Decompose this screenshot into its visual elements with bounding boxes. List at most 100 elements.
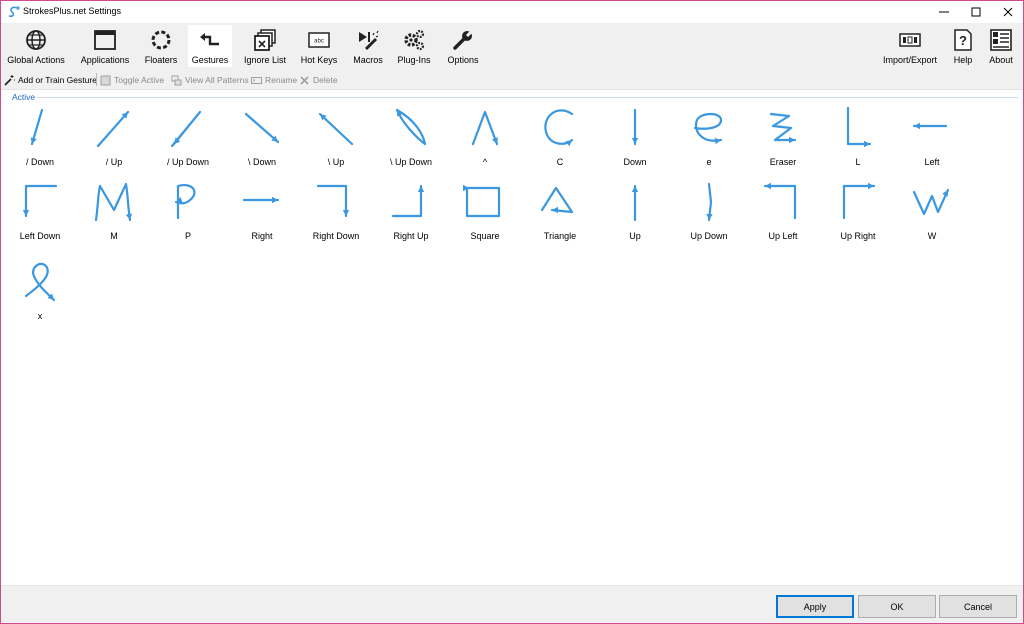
gesture-item[interactable]: Square (448, 179, 522, 253)
add-wand-icon (4, 74, 15, 86)
maximize-icon (971, 7, 981, 17)
gesture-item[interactable]: Right (225, 179, 299, 253)
toolbar-floaters-button[interactable]: Floaters (141, 25, 181, 67)
gesture-stroke-icon (170, 110, 202, 148)
gesture-stroke-icon (244, 112, 280, 144)
gesture-item[interactable]: Up Right (821, 179, 895, 253)
gesture-item[interactable]: M (77, 179, 151, 253)
rename-button[interactable]: Rename (251, 73, 297, 87)
gesture-stroke-icon (242, 196, 280, 204)
gesture-stroke-icon (842, 182, 876, 220)
gesture-item[interactable]: \ Down (225, 105, 299, 179)
gesture-item[interactable]: Right Down (299, 179, 373, 253)
toolbar-label: Applications (80, 55, 130, 65)
gesture-stroke-icon (30, 108, 44, 146)
gesture-item[interactable]: Up (598, 179, 672, 253)
add-train-gesture-label: Add or Train Gesture (18, 75, 97, 85)
gesture-stroke-icon (544, 109, 574, 147)
toolbar-label: Options (447, 55, 479, 65)
wrench-icon (451, 28, 475, 52)
toolbar-label: Ignore List (243, 55, 287, 65)
gesture-label: C (556, 157, 564, 167)
cancel-button[interactable]: Cancel (939, 595, 1017, 618)
gesture-item[interactable]: Left (895, 105, 969, 179)
keyboard-icon: abc (307, 28, 331, 52)
toolbar-hot-keys-button[interactable]: abc Hot Keys (297, 25, 341, 67)
gesture-stroke-icon (94, 182, 133, 222)
gesture-label: \ Up (327, 157, 345, 167)
gesture-label: Up Left (768, 231, 798, 241)
gesture-stroke-icon (912, 122, 948, 130)
gesture-item[interactable]: Down (598, 105, 672, 179)
gesture-item[interactable]: Up Down (672, 179, 746, 253)
gesture-stroke-icon (96, 110, 130, 148)
toolbar-label: About (989, 55, 1013, 65)
apply-button[interactable]: Apply (776, 595, 854, 618)
gesture-item[interactable]: Right Up (374, 179, 448, 253)
rename-label: Rename (265, 75, 298, 85)
toolbar-import-export-button[interactable]: Import/Export (877, 25, 943, 67)
delete-button[interactable]: Delete (299, 73, 338, 87)
toolbar-label: Gestures (191, 55, 229, 65)
gesture-item[interactable]: Up Left (746, 179, 820, 253)
toggle-active-button[interactable]: Toggle Active (100, 73, 164, 87)
gesture-item[interactable]: L (821, 105, 895, 179)
toolbar-applications-button[interactable]: Applications (77, 25, 133, 67)
minimize-button[interactable] (927, 1, 961, 23)
floater-ring-icon (149, 28, 173, 52)
toolbar-about-button[interactable]: About (985, 25, 1017, 67)
gesture-label: x (37, 311, 43, 321)
gesture-item[interactable]: Left Down (3, 179, 77, 253)
view-all-patterns-button[interactable]: View All Patterns (171, 73, 249, 87)
toolbar-label: Hot Keys (300, 55, 338, 65)
plugin-gears-icon (402, 28, 426, 52)
main-toolbar: Global Actions Applications Floaters Ges… (1, 23, 1023, 69)
gesture-item[interactable]: / Down (3, 105, 77, 179)
maximize-button[interactable] (959, 1, 993, 23)
toggle-icon (100, 75, 111, 86)
add-train-gesture-button[interactable]: Add or Train Gesture (4, 73, 97, 87)
toolbar-gestures-button[interactable]: Gestures (188, 25, 232, 67)
import-export-icon (898, 28, 922, 52)
gesture-item[interactable]: ^ (448, 105, 522, 179)
gesture-item[interactable]: x (3, 259, 77, 333)
macro-wand-icon (356, 28, 380, 52)
gesture-stroke-icon (174, 184, 196, 220)
rename-icon (251, 75, 262, 86)
patterns-icon (171, 75, 182, 86)
gesture-item[interactable]: \ Up (299, 105, 373, 179)
toolbar-help-button[interactable]: ? Help (949, 25, 977, 67)
gesture-item[interactable]: Triangle (523, 179, 597, 253)
gesture-item[interactable]: C (523, 105, 597, 179)
settings-window: StrokesPlus.net Settings Global Actions … (0, 0, 1024, 624)
toggle-active-label: Toggle Active (114, 75, 165, 85)
gesture-label: Eraser (769, 157, 797, 167)
gesture-stroke-icon (846, 106, 872, 148)
gesture-item[interactable]: P (151, 179, 225, 253)
gesture-item[interactable]: Eraser (746, 105, 820, 179)
ignore-windows-icon (253, 28, 277, 52)
toolbar-plugins-button[interactable]: Plug-Ins (394, 25, 434, 67)
gesture-stroke-icon (463, 184, 501, 218)
help-icon: ? (951, 28, 975, 52)
gesture-label: W (927, 231, 937, 241)
gesture-label: Square (470, 231, 500, 241)
toolbar-label: Global Actions (7, 55, 65, 65)
gesture-arrow-icon (198, 28, 222, 52)
gesture-item[interactable]: / Up (77, 105, 151, 179)
gesture-stroke-icon (769, 112, 797, 144)
gesture-stroke-icon (631, 184, 639, 222)
gesture-item[interactable]: / Up Down (151, 105, 225, 179)
gesture-stroke-icon (391, 184, 425, 218)
view-all-patterns-label: View All Patterns (185, 75, 249, 85)
toolbar-ignore-list-button[interactable]: Ignore List (239, 25, 291, 67)
gesture-actions-toolbar: Add or Train Gesture Toggle Active View … (1, 69, 1023, 90)
toolbar-options-button[interactable]: Options (443, 25, 483, 67)
gesture-item[interactable]: e (672, 105, 746, 179)
close-button[interactable] (991, 1, 1024, 23)
toolbar-global-actions-button[interactable]: Global Actions (4, 25, 68, 67)
ok-button[interactable]: OK (858, 595, 936, 618)
toolbar-macros-button[interactable]: Macros (348, 25, 388, 67)
gesture-item[interactable]: \ Up Down (374, 105, 448, 179)
gesture-item[interactable]: W (895, 179, 969, 253)
